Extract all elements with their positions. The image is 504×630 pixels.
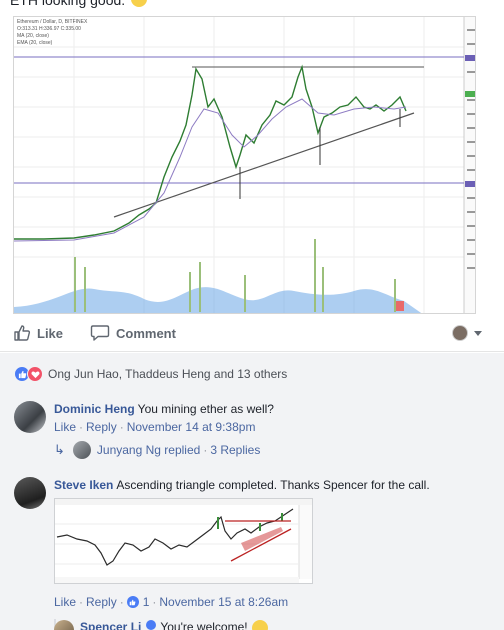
comment-like-count[interactable]: 1 — [143, 595, 150, 609]
smile-emoji-icon — [131, 0, 148, 7]
love-reaction-icon — [27, 366, 43, 382]
replies-count[interactable]: 3 Replies — [210, 443, 260, 457]
replies-author[interactable]: Junyang Ng replied — [97, 443, 200, 457]
avatar[interactable] — [14, 401, 46, 433]
post-as-selector[interactable] — [452, 325, 482, 341]
chart-legend-ohlc: O:313.31 H:336.97 C:335.00 — [17, 26, 81, 32]
price-chart-graphic — [14, 17, 475, 313]
reply-item: Spencer Li You're welcome! — [54, 620, 268, 630]
attachment-chart-graphic — [55, 499, 312, 583]
comment-like-link[interactable]: Like — [54, 420, 76, 434]
comment-text-line: Steve Iken Ascending triangle completed. … — [54, 477, 430, 493]
current-user-avatar — [452, 325, 468, 341]
chevron-down-icon — [474, 330, 482, 336]
avatar — [72, 441, 91, 459]
chart-legend-ema: EMA (20, close) — [17, 40, 53, 46]
view-replies-link[interactable]: ↳ Junyang Ng replied · 3 Replies — [54, 441, 260, 459]
reactions-text[interactable]: Ong Jun Hao, Thaddeus Heng and 13 others — [48, 367, 287, 381]
comment-item: Dominic Heng You mining ether as well? Li… — [14, 401, 274, 434]
comment-reply-link[interactable]: Reply — [86, 420, 117, 434]
reply-author[interactable]: Spencer Li — [80, 620, 141, 630]
like-button[interactable]: Like — [13, 324, 63, 342]
reply-text: You're welcome! — [160, 620, 248, 630]
comment-attachment-chart[interactable] — [54, 498, 313, 584]
chart-legend: Ethereum / Dollar, D, BITFINEX O:313.31 … — [17, 19, 87, 47]
like-label: Like — [37, 325, 64, 341]
comment-text: You mining ether as well? — [137, 402, 274, 416]
comment-text: Ascending triangle completed. Thanks Spe… — [116, 478, 430, 492]
eth-price-chart-image[interactable]: Ethereum / Dollar, D, BITFINEX O:313.31 … — [13, 16, 476, 314]
avatar[interactable] — [14, 477, 46, 509]
post-text: ETH looking good. — [10, 0, 148, 8]
comment-timestamp[interactable]: November 15 at 8:26am — [159, 595, 288, 609]
comments-section: Ong Jun Hao, Thaddeus Heng and 13 others… — [0, 353, 504, 630]
comment-text-line: Dominic Heng You mining ether as well? — [54, 401, 274, 417]
reactions-summary[interactable]: Ong Jun Hao, Thaddeus Heng and 13 others — [14, 366, 287, 382]
speech-bubble-icon — [90, 325, 110, 341]
comment-button[interactable]: Comment — [90, 324, 176, 342]
comment-author[interactable]: Steve Iken — [54, 478, 113, 492]
comment-reply-link[interactable]: Reply — [86, 595, 117, 609]
comment-timestamp[interactable]: November 14 at 9:38pm — [127, 420, 256, 434]
post-body: ETH looking good. — [10, 0, 126, 8]
thumbs-up-icon — [14, 325, 31, 341]
chart-legend-ma: MA (20, close) — [17, 33, 49, 39]
comment-like-link[interactable]: Like — [54, 595, 76, 609]
comment-meta: Like · Reply · November 14 at 9:38pm — [54, 420, 256, 434]
verified-badge-icon — [146, 620, 157, 630]
reply-arrow-icon: ↳ — [54, 442, 65, 457]
post-action-bar: Like Comment — [0, 318, 504, 352]
comment-author[interactable]: Dominic Heng — [54, 402, 135, 416]
chart-legend-title: Ethereum / Dollar, D, BITFINEX — [17, 19, 88, 25]
like-count-icon — [126, 596, 139, 608]
comment-label: Comment — [116, 325, 176, 341]
comment-meta: Like · Reply · 1 · November 15 at 8:26am — [54, 595, 289, 609]
comment-body: Dominic Heng You mining ether as well? Li… — [54, 401, 274, 434]
grin-emoji-icon — [251, 620, 268, 630]
